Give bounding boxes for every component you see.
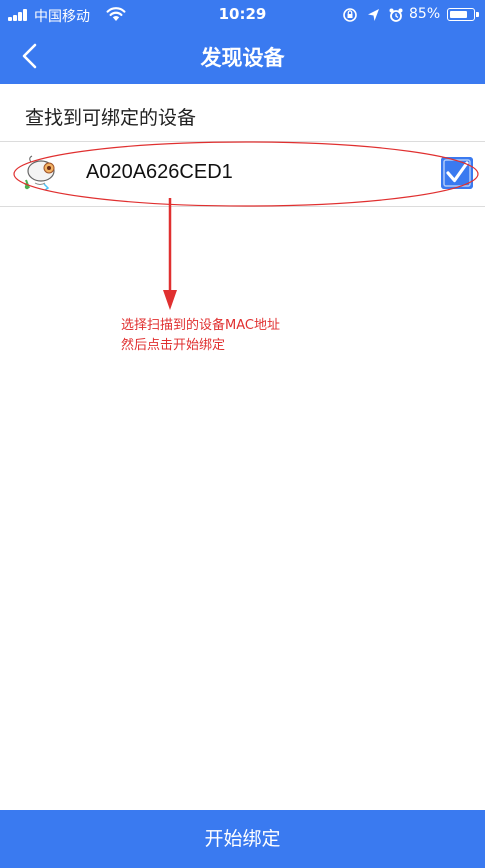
device-cartoon-icon bbox=[24, 155, 55, 191]
discover-device-screen: 中国移动 10:29 85% 发现设备 查找到可绑定的设备 A020A626CE… bbox=[0, 0, 485, 868]
device-mac-address: A020A626CED1 bbox=[86, 161, 233, 183]
battery-percent: 85% bbox=[409, 6, 441, 22]
annotation-line-1: 选择扫描到的设备MAC地址 bbox=[121, 318, 280, 333]
annotation-text: 选择扫描到的设备MAC地址 然后点击开始绑定 bbox=[121, 316, 280, 356]
location-icon bbox=[368, 9, 379, 21]
annotation-line-2: 然后点击开始绑定 bbox=[121, 338, 226, 353]
device-checkbox[interactable] bbox=[441, 157, 473, 189]
start-binding-button[interactable]: 开始绑定 bbox=[0, 810, 485, 868]
section-label: 查找到可绑定的设备 bbox=[25, 107, 197, 129]
battery-icon bbox=[447, 8, 479, 21]
device-list-item[interactable]: A020A626CED1 bbox=[0, 142, 485, 206]
alarm-icon bbox=[389, 8, 403, 22]
page-title: 发现设备 bbox=[200, 46, 285, 70]
divider bbox=[0, 206, 485, 207]
status-icons bbox=[343, 8, 403, 22]
annotation-overlay bbox=[13, 141, 479, 310]
orientation-lock-icon bbox=[343, 8, 357, 22]
status-bar: 中国移动 10:29 85% bbox=[0, 0, 485, 30]
top-bar: 中国移动 10:29 85% 发现设备 bbox=[0, 0, 485, 84]
annotation-arrow-head bbox=[163, 290, 177, 310]
